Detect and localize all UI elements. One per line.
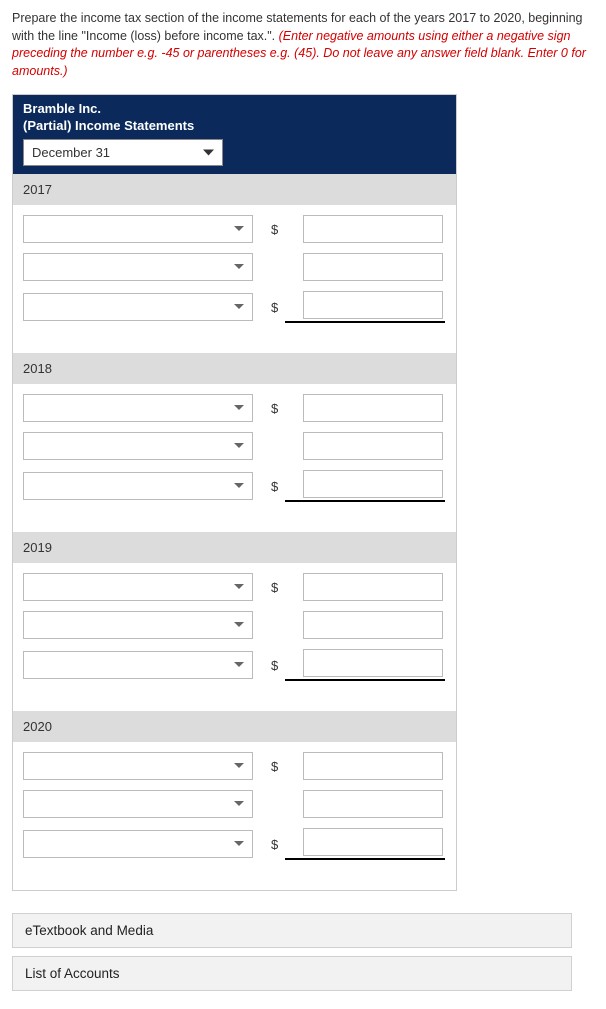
amount-input[interactable] [303,432,443,460]
account-select[interactable] [23,394,253,422]
instructions-text: Prepare the income tax section of the in… [12,10,594,80]
account-select[interactable] [23,573,253,601]
amount-cell [303,611,443,639]
chevron-down-icon [234,226,244,232]
amount-cell [303,291,445,323]
amount-input[interactable] [303,394,443,422]
amount-input[interactable] [303,828,443,856]
amount-cell [303,394,443,422]
amount-input[interactable] [303,752,443,780]
amount-cell [303,215,443,243]
amount-cell [303,828,445,860]
chevron-down-icon [234,483,244,489]
amount-input[interactable] [303,215,443,243]
amount-cell [303,752,443,780]
line-row: $ [23,253,446,281]
account-select[interactable] [23,253,253,281]
amount-input[interactable] [303,291,443,319]
account-select[interactable] [23,752,253,780]
amount-cell [303,649,445,681]
line-row: $ [23,790,446,818]
currency-symbol: $ [271,759,285,774]
account-select[interactable] [23,790,253,818]
list-of-accounts-label: List of Accounts [25,966,120,981]
chevron-down-icon [234,584,244,590]
currency-symbol: $ [271,401,285,416]
line-row: $ [23,649,446,681]
rows-2020: $ $ $ [13,742,456,890]
chevron-down-icon [234,264,244,270]
total-underline [285,321,445,323]
chevron-down-icon [234,405,244,411]
rows-2019: $ $ $ [13,563,456,711]
line-row: $ [23,432,446,460]
account-select[interactable] [23,830,253,858]
chevron-down-icon [234,662,244,668]
currency-symbol: $ [271,580,285,595]
line-row: $ [23,828,446,860]
amount-cell [303,253,443,281]
list-of-accounts-button[interactable]: List of Accounts [12,956,572,991]
year-header-2019: 2019 [13,532,456,563]
amount-cell [303,573,443,601]
account-select[interactable] [23,432,253,460]
account-select[interactable] [23,293,253,321]
currency-symbol: $ [271,479,285,494]
line-row: $ [23,291,446,323]
line-row: $ [23,611,446,639]
amount-cell [303,790,443,818]
year-label: 2020 [23,719,52,734]
line-row: $ [23,470,446,502]
account-select[interactable] [23,472,253,500]
line-row: $ [23,752,446,780]
chevron-down-icon [234,763,244,769]
line-row: $ [23,215,446,243]
amount-cell [303,470,445,502]
statement-header: Bramble Inc. (Partial) Income Statements… [13,95,456,174]
currency-symbol: $ [271,300,285,315]
year-label: 2019 [23,540,52,555]
currency-symbol: $ [271,222,285,237]
chevron-down-icon [203,149,214,156]
chevron-down-icon [234,304,244,310]
amount-input[interactable] [303,253,443,281]
amount-input[interactable] [303,790,443,818]
rows-2017: $ $ $ [13,205,456,353]
company-name: Bramble Inc. [23,101,446,116]
total-underline [285,679,445,681]
year-header-2020: 2020 [13,711,456,742]
chevron-down-icon [234,622,244,628]
date-select[interactable]: December 31 [23,139,223,166]
chevron-down-icon [234,841,244,847]
year-header-2018: 2018 [13,353,456,384]
amount-cell [303,432,443,460]
currency-symbol: $ [271,837,285,852]
amount-input[interactable] [303,611,443,639]
line-row: $ [23,394,446,422]
amount-input[interactable] [303,470,443,498]
total-underline [285,500,445,502]
currency-symbol: $ [271,658,285,673]
amount-input[interactable] [303,573,443,601]
account-select[interactable] [23,215,253,243]
etextbook-button[interactable]: eTextbook and Media [12,913,572,948]
etextbook-label: eTextbook and Media [25,923,153,938]
statement-subtitle: (Partial) Income Statements [23,118,446,133]
chevron-down-icon [234,443,244,449]
footer-buttons: eTextbook and Media List of Accounts [12,913,572,991]
amount-input[interactable] [303,649,443,677]
income-statement-container: Bramble Inc. (Partial) Income Statements… [12,94,457,891]
date-select-value: December 31 [24,140,222,165]
year-header-2017: 2017 [13,174,456,205]
account-select[interactable] [23,611,253,639]
chevron-down-icon [234,801,244,807]
total-underline [285,858,445,860]
line-row: $ [23,573,446,601]
year-label: 2018 [23,361,52,376]
account-select[interactable] [23,651,253,679]
year-label: 2017 [23,182,52,197]
rows-2018: $ $ $ [13,384,456,532]
